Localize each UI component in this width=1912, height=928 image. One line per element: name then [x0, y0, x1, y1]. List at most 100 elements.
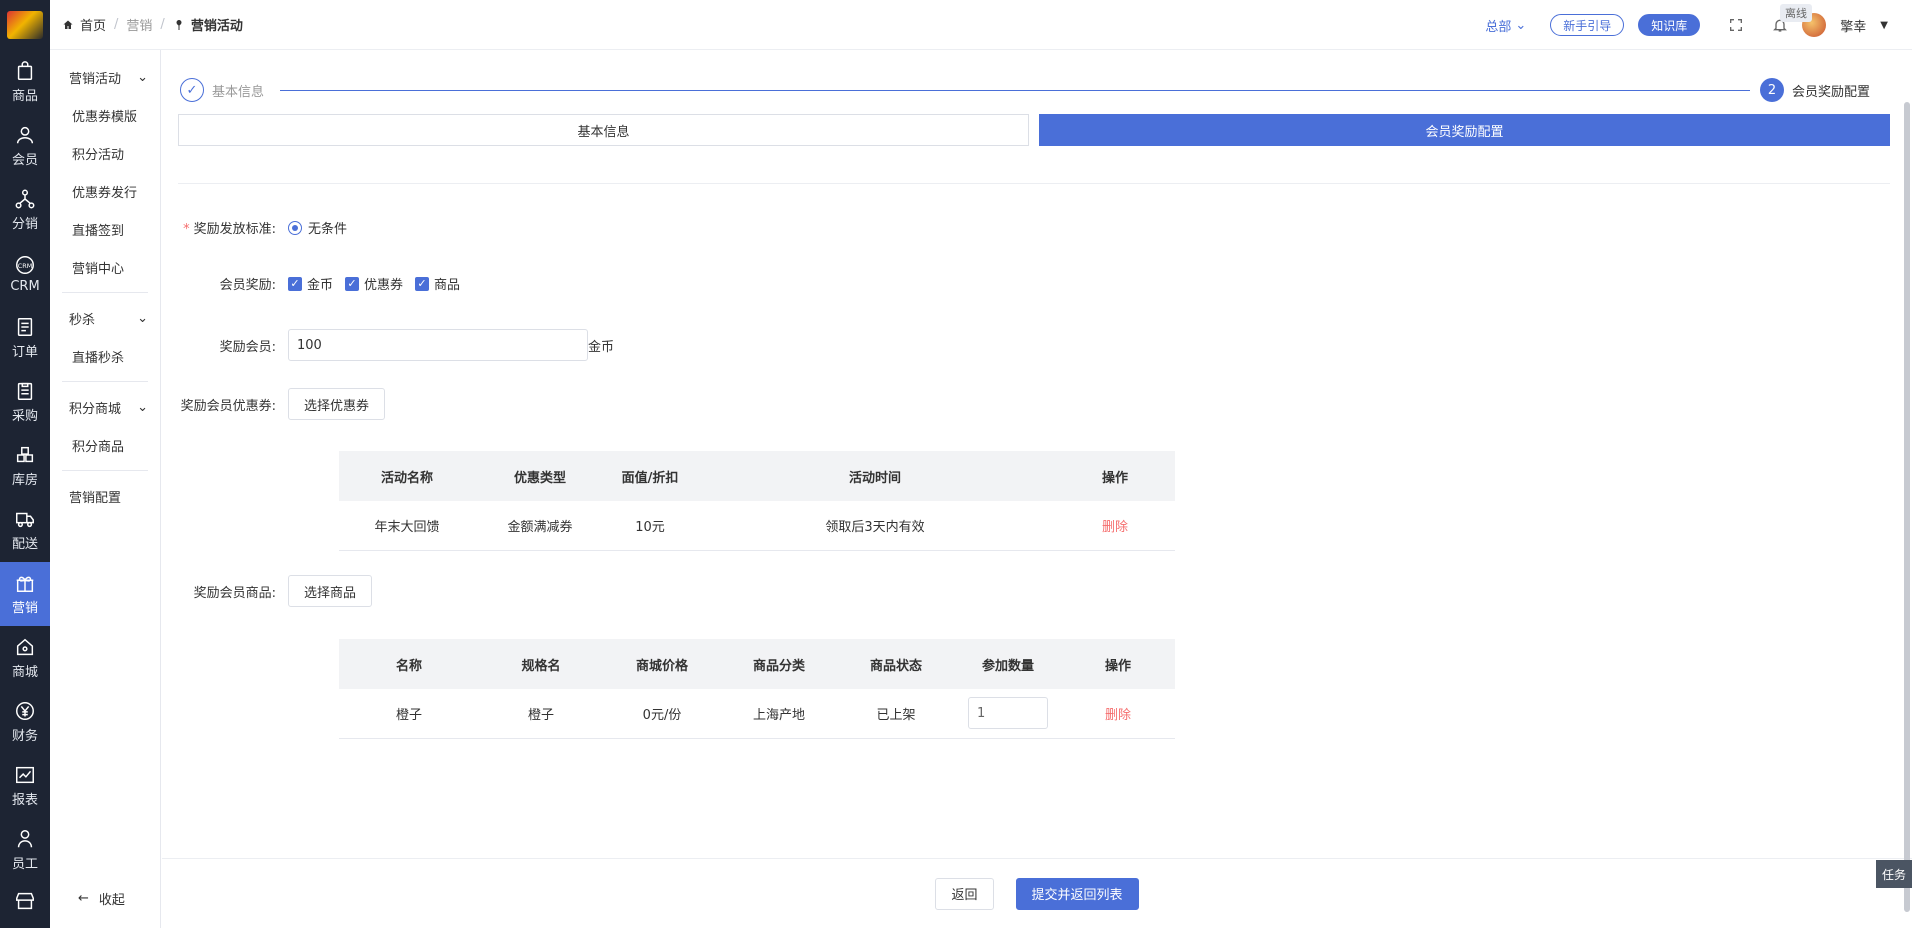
reward-label: 会员奖励: — [219, 278, 276, 293]
breadcrumb-separator: / — [114, 17, 119, 32]
reward-coin-input[interactable]: 100 — [288, 329, 588, 361]
rail-item-finance[interactable]: 财务 — [0, 690, 50, 754]
rail-label: CRM — [10, 279, 40, 294]
reward-goods-checkbox[interactable]: ✓ 商品 — [415, 274, 460, 293]
group-title: 积分商城 — [69, 401, 122, 417]
column-header: 活动时间 — [695, 451, 1055, 501]
subnav-item-coupon-template[interactable]: 优惠券模版 — [62, 96, 148, 134]
cell: 已上架 — [837, 689, 955, 739]
back-button[interactable]: 返回 — [935, 877, 994, 910]
home-icon — [63, 20, 73, 29]
rail-item-order[interactable]: 订单 — [0, 306, 50, 370]
subnav-item-marketing-config[interactable]: 营销配置 — [62, 477, 148, 515]
criteria-row: * 奖励发放标准: 无条件 — [162, 218, 347, 237]
rail-item-marketing[interactable]: 营销 — [0, 562, 50, 626]
tab-basic-info[interactable]: 基本信息 — [178, 114, 1029, 146]
checkbox-label: 商品 — [434, 278, 461, 293]
breadcrumb-separator: / — [160, 17, 165, 32]
rail-label: 库房 — [11, 473, 38, 488]
collapse-label: 收起 — [98, 893, 125, 908]
column-header: 面值/折扣 — [605, 451, 695, 501]
step-line — [280, 90, 1750, 91]
document-icon — [17, 318, 33, 336]
rail-item-report[interactable]: 报表 — [0, 754, 50, 818]
hq-dropdown[interactable]: 总部 ⌄ — [1485, 16, 1526, 35]
reward-coupon-checkbox[interactable]: ✓ 优惠券 — [345, 274, 403, 293]
select-goods-button[interactable]: 选择商品 — [288, 575, 373, 607]
checkbox-label: 金币 — [307, 278, 334, 293]
rail-item-member[interactable]: 会员 — [0, 114, 50, 178]
delete-coupon-link[interactable]: 删除 — [1102, 520, 1128, 535]
task-button[interactable]: 任务 — [1876, 860, 1912, 888]
marketing-subnav: 营销活动 ⌄ 优惠券模版 积分活动 优惠券发行 直播签到 营销中心 秒杀 ⌄ 直播秒… — [50, 50, 161, 928]
home-icon — [16, 638, 34, 656]
subnav-item-live-signin[interactable]: 直播签到 — [62, 210, 148, 248]
criteria-value[interactable]: 无条件 — [308, 218, 347, 237]
column-header: 活动名称 — [339, 451, 475, 501]
rail-item-distribution[interactable]: 分销 — [0, 178, 50, 242]
knowledge-base-button[interactable]: 知识库 — [1638, 14, 1701, 36]
reward-coin-checkbox[interactable]: ✓ 金币 — [288, 274, 333, 293]
criteria-radio[interactable] — [288, 220, 302, 235]
subnav-group-points-mall[interactable]: 积分商城 ⌄ — [62, 388, 148, 426]
form-footer: 返回 提交并返回列表 — [162, 858, 1912, 928]
gift-icon — [16, 576, 34, 592]
subnav-item-live-flash-sale[interactable]: 直播秒杀 — [62, 337, 148, 375]
fullscreen-icon[interactable] — [1728, 17, 1744, 33]
goods-label: 奖励会员商品: — [193, 585, 276, 601]
cell: 上海产地 — [721, 689, 837, 739]
arrow-left-icon: ← — [78, 891, 89, 906]
rail-label: 报表 — [11, 793, 38, 808]
subnav-group-flash-sale[interactable]: 秒杀 ⌄ — [62, 299, 148, 337]
quantity-input[interactable]: 1 — [968, 697, 1048, 730]
column-header: 参加数量 — [955, 639, 1061, 689]
caret-down-icon[interactable]: ▼ — [1880, 20, 1888, 31]
rail-item-purchase[interactable]: 采购 — [0, 370, 50, 434]
rail-item-mall[interactable]: 商城 — [0, 626, 50, 690]
app-logo[interactable] — [0, 0, 50, 50]
goods-row: 奖励会员商品: 选择商品 — [162, 575, 373, 607]
user-name[interactable]: 擎幸 — [1840, 16, 1866, 35]
divider — [178, 183, 1890, 184]
step-label-basic: 基本信息 — [212, 85, 265, 100]
rail-item-warehouse[interactable]: 库房 — [0, 434, 50, 498]
boxes-icon — [16, 446, 34, 463]
form-tabs: 基本信息 会员奖励配置 — [178, 114, 1890, 146]
rail-item-crm[interactable]: CRM CRM — [0, 242, 50, 306]
rail-item-staff[interactable]: 员工 — [0, 818, 50, 882]
left-rail: 商品 会员 分销 CRM CRM 订单 采购 库房 配送 营销 商城 财务 报表… — [0, 0, 50, 928]
required-mark: * — [183, 222, 190, 237]
select-coupon-button[interactable]: 选择优惠券 — [288, 388, 386, 420]
scrollbar[interactable] — [1904, 102, 1910, 912]
user-icon — [16, 126, 34, 144]
coupon-row: 奖励会员优惠券: 选择优惠券 — [162, 388, 386, 420]
rail-label: 采购 — [11, 409, 38, 424]
coupon-label: 奖励会员优惠券: — [180, 398, 276, 414]
subnav-item-coupon-issue[interactable]: 优惠券发行 — [62, 172, 148, 210]
guide-button[interactable]: 新手引导 — [1550, 14, 1625, 36]
collapse-button[interactable]: ← 收起 — [78, 889, 125, 908]
cell: 领取后3天内有效 — [695, 501, 1055, 551]
subnav-item-points-goods[interactable]: 积分商品 — [62, 426, 148, 464]
clipboard-icon — [17, 382, 33, 400]
submit-button[interactable]: 提交并返回列表 — [1015, 877, 1139, 910]
subnav-group-marketing-activity[interactable]: 营销活动 ⌄ — [62, 58, 148, 96]
breadcrumb-home[interactable]: 首页 — [80, 15, 106, 34]
rail-item-goods[interactable]: 商品 — [0, 50, 50, 114]
rail-item-store[interactable] — [0, 882, 50, 922]
store-icon — [16, 892, 34, 909]
divider — [62, 470, 148, 471]
tab-member-reward[interactable]: 会员奖励配置 — [1039, 114, 1890, 146]
column-header: 优惠类型 — [475, 451, 605, 501]
subnav-item-points-activity[interactable]: 积分活动 — [62, 134, 148, 172]
breadcrumb-marketing[interactable]: 营销 — [126, 15, 152, 34]
delete-goods-link[interactable]: 删除 — [1105, 708, 1131, 723]
subnav-item-marketing-center[interactable]: 营销中心 — [62, 248, 148, 286]
table-row: 年末大回馈 金额满减券 10元 领取后3天内有效 删除 — [339, 501, 1175, 551]
rail-label: 订单 — [11, 345, 38, 360]
check-icon: ✓ — [288, 276, 302, 291]
table-row: 橙子 橙子 0元/份 上海产地 已上架 1 删除 — [339, 689, 1175, 739]
chart-icon — [16, 766, 34, 784]
svg-text:CRM: CRM — [18, 262, 32, 270]
rail-item-delivery[interactable]: 配送 — [0, 498, 50, 562]
